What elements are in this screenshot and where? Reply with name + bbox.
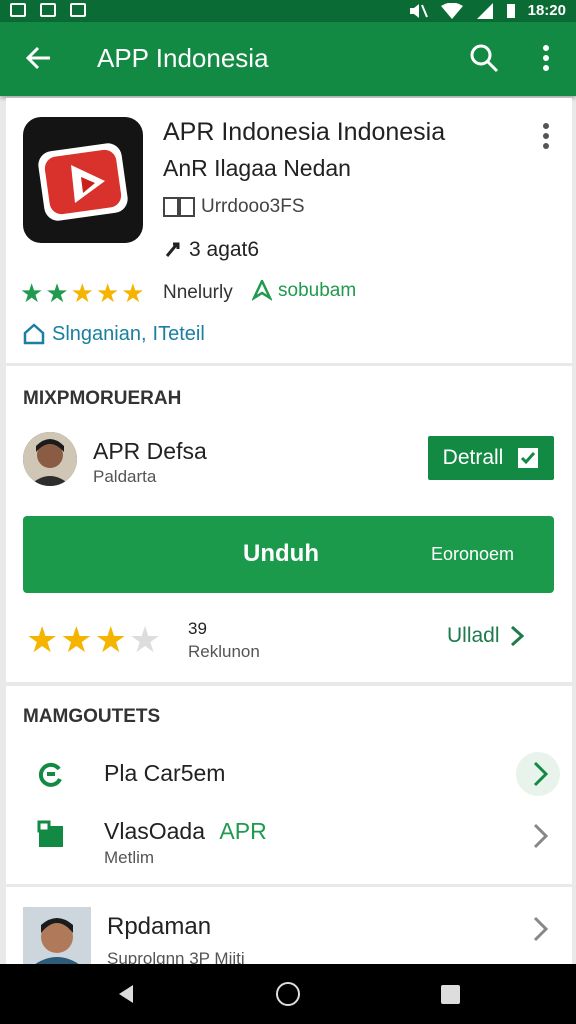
app-size: 3 agat6 bbox=[163, 238, 259, 262]
toolbar-title: APP Indonesia bbox=[97, 43, 269, 73]
system-nav-bar bbox=[0, 964, 576, 1024]
image-notification-icon bbox=[40, 3, 56, 17]
app-header-card: APR Indonesia Indonesia AnR Ilagaa Nedan… bbox=[6, 98, 572, 363]
more-vert-icon[interactable] bbox=[541, 122, 551, 150]
media-notification-icon bbox=[70, 3, 86, 17]
status-bar: 18:20 bbox=[0, 0, 576, 22]
back-arrow-icon[interactable] bbox=[22, 42, 54, 74]
notification-icons bbox=[10, 3, 86, 17]
refresh-icon bbox=[38, 762, 62, 787]
star-icon: ★ bbox=[94, 619, 127, 660]
star-icon: ★ bbox=[121, 278, 145, 308]
avatar bbox=[23, 432, 77, 486]
section-title: MIXPMORUERAH bbox=[23, 388, 182, 409]
chevron-right-icon bbox=[533, 916, 549, 942]
nav-home-icon[interactable] bbox=[276, 982, 300, 1006]
star-icon: ★ bbox=[128, 619, 162, 660]
star-icon: ★ bbox=[95, 278, 120, 308]
rating-text: Nnelurly bbox=[163, 282, 233, 303]
bottom-card[interactable]: Rpdaman Suprolgnn 3P Miiti bbox=[6, 887, 572, 967]
home-icon bbox=[23, 323, 45, 345]
review-label: Reklunon bbox=[188, 642, 260, 661]
search-icon[interactable] bbox=[468, 42, 500, 74]
play-icon bbox=[38, 143, 128, 221]
chevron-right-icon bbox=[533, 823, 549, 849]
list-item[interactable]: Pla Car5em bbox=[6, 744, 572, 804]
list-item[interactable]: VlasOada APR Metlim bbox=[6, 806, 572, 876]
rating-link-label: sobubam bbox=[278, 280, 357, 301]
checkbox-icon bbox=[518, 448, 539, 468]
download-count-icon bbox=[165, 242, 180, 257]
image-notification-icon bbox=[10, 3, 26, 17]
star-icon: ★ bbox=[26, 619, 59, 660]
list-item-title-text: VlasOada bbox=[104, 818, 206, 844]
install-button-label: Unduh bbox=[243, 540, 319, 567]
list-card: MAMGOUTETS Pla Car5em VlasOada APR Metli… bbox=[6, 686, 572, 884]
tag-row[interactable]: Slnganian, ITeteil bbox=[22, 322, 205, 346]
avatar bbox=[23, 907, 91, 967]
list-item-subtitle: Metlim bbox=[104, 848, 155, 867]
award-icon bbox=[252, 280, 272, 301]
tag-label: Slnganian, bbox=[52, 322, 147, 345]
app-logo bbox=[23, 117, 143, 243]
star-icon: ★ bbox=[20, 278, 44, 308]
mute-icon bbox=[409, 3, 428, 18]
list-item-highlight: APR bbox=[219, 818, 267, 844]
clock: 18:20 bbox=[527, 2, 566, 19]
review-count: 39 bbox=[188, 619, 207, 638]
battery-icon bbox=[506, 3, 515, 18]
chevron-right-icon bbox=[510, 625, 524, 647]
detail-button[interactable]: Detrall bbox=[428, 436, 554, 480]
store-icon bbox=[37, 820, 63, 847]
see-all-link[interactable]: Ulladl bbox=[447, 624, 524, 648]
app-size-text: 3 agat6 bbox=[189, 238, 260, 261]
chevron-right-icon bbox=[533, 761, 549, 787]
bottom-card-title: Rpdaman bbox=[107, 913, 212, 940]
install-button-sub: Eoronoem bbox=[431, 544, 515, 564]
more-vert-icon[interactable] bbox=[534, 42, 558, 74]
rating-link[interactable]: sobubam bbox=[252, 280, 356, 302]
app-name: APR Indonesia Indonesia bbox=[163, 118, 446, 146]
app-developer[interactable]: AnR Ilagaa Nedan bbox=[163, 155, 351, 182]
star-rating: ★ ★ ★ ★ ★ bbox=[20, 280, 145, 306]
bottom-card-subtitle: Suprolgnn 3P Miiti bbox=[107, 949, 245, 965]
developer-subtitle: Paldarta bbox=[93, 467, 157, 486]
developer-card: MIXPMORUERAH APR Defsa Paldarta Detrall … bbox=[6, 366, 572, 682]
user-rating-stars: ★ ★ ★ ★ bbox=[26, 622, 161, 658]
tag-label-2: ITeteil bbox=[152, 322, 205, 345]
app-meta: Urrdooo3FS bbox=[163, 196, 305, 218]
nav-recents-icon[interactable] bbox=[441, 985, 460, 1004]
app-meta-text: Urrdooo3FS bbox=[201, 196, 305, 217]
signal-icon bbox=[476, 2, 493, 19]
star-icon: ★ bbox=[70, 278, 94, 308]
app-toolbar: APP Indonesia bbox=[0, 22, 576, 96]
wifi-icon bbox=[440, 2, 463, 19]
section-title: MAMGOUTETS bbox=[23, 706, 161, 727]
star-icon: ★ bbox=[60, 619, 93, 660]
install-button[interactable]: Unduh Eoronoem bbox=[23, 516, 554, 593]
detail-button-label: Detrall bbox=[442, 446, 504, 469]
list-item-title: Pla Car5em bbox=[104, 760, 226, 786]
see-all-label: Ulladl bbox=[447, 624, 500, 647]
developer-name: APR Defsa bbox=[93, 438, 207, 464]
list-item-title: VlasOada APR bbox=[104, 818, 267, 845]
star-icon: ★ bbox=[45, 278, 69, 308]
nav-back-icon[interactable] bbox=[115, 983, 137, 1005]
content-rating-icon bbox=[163, 197, 195, 217]
